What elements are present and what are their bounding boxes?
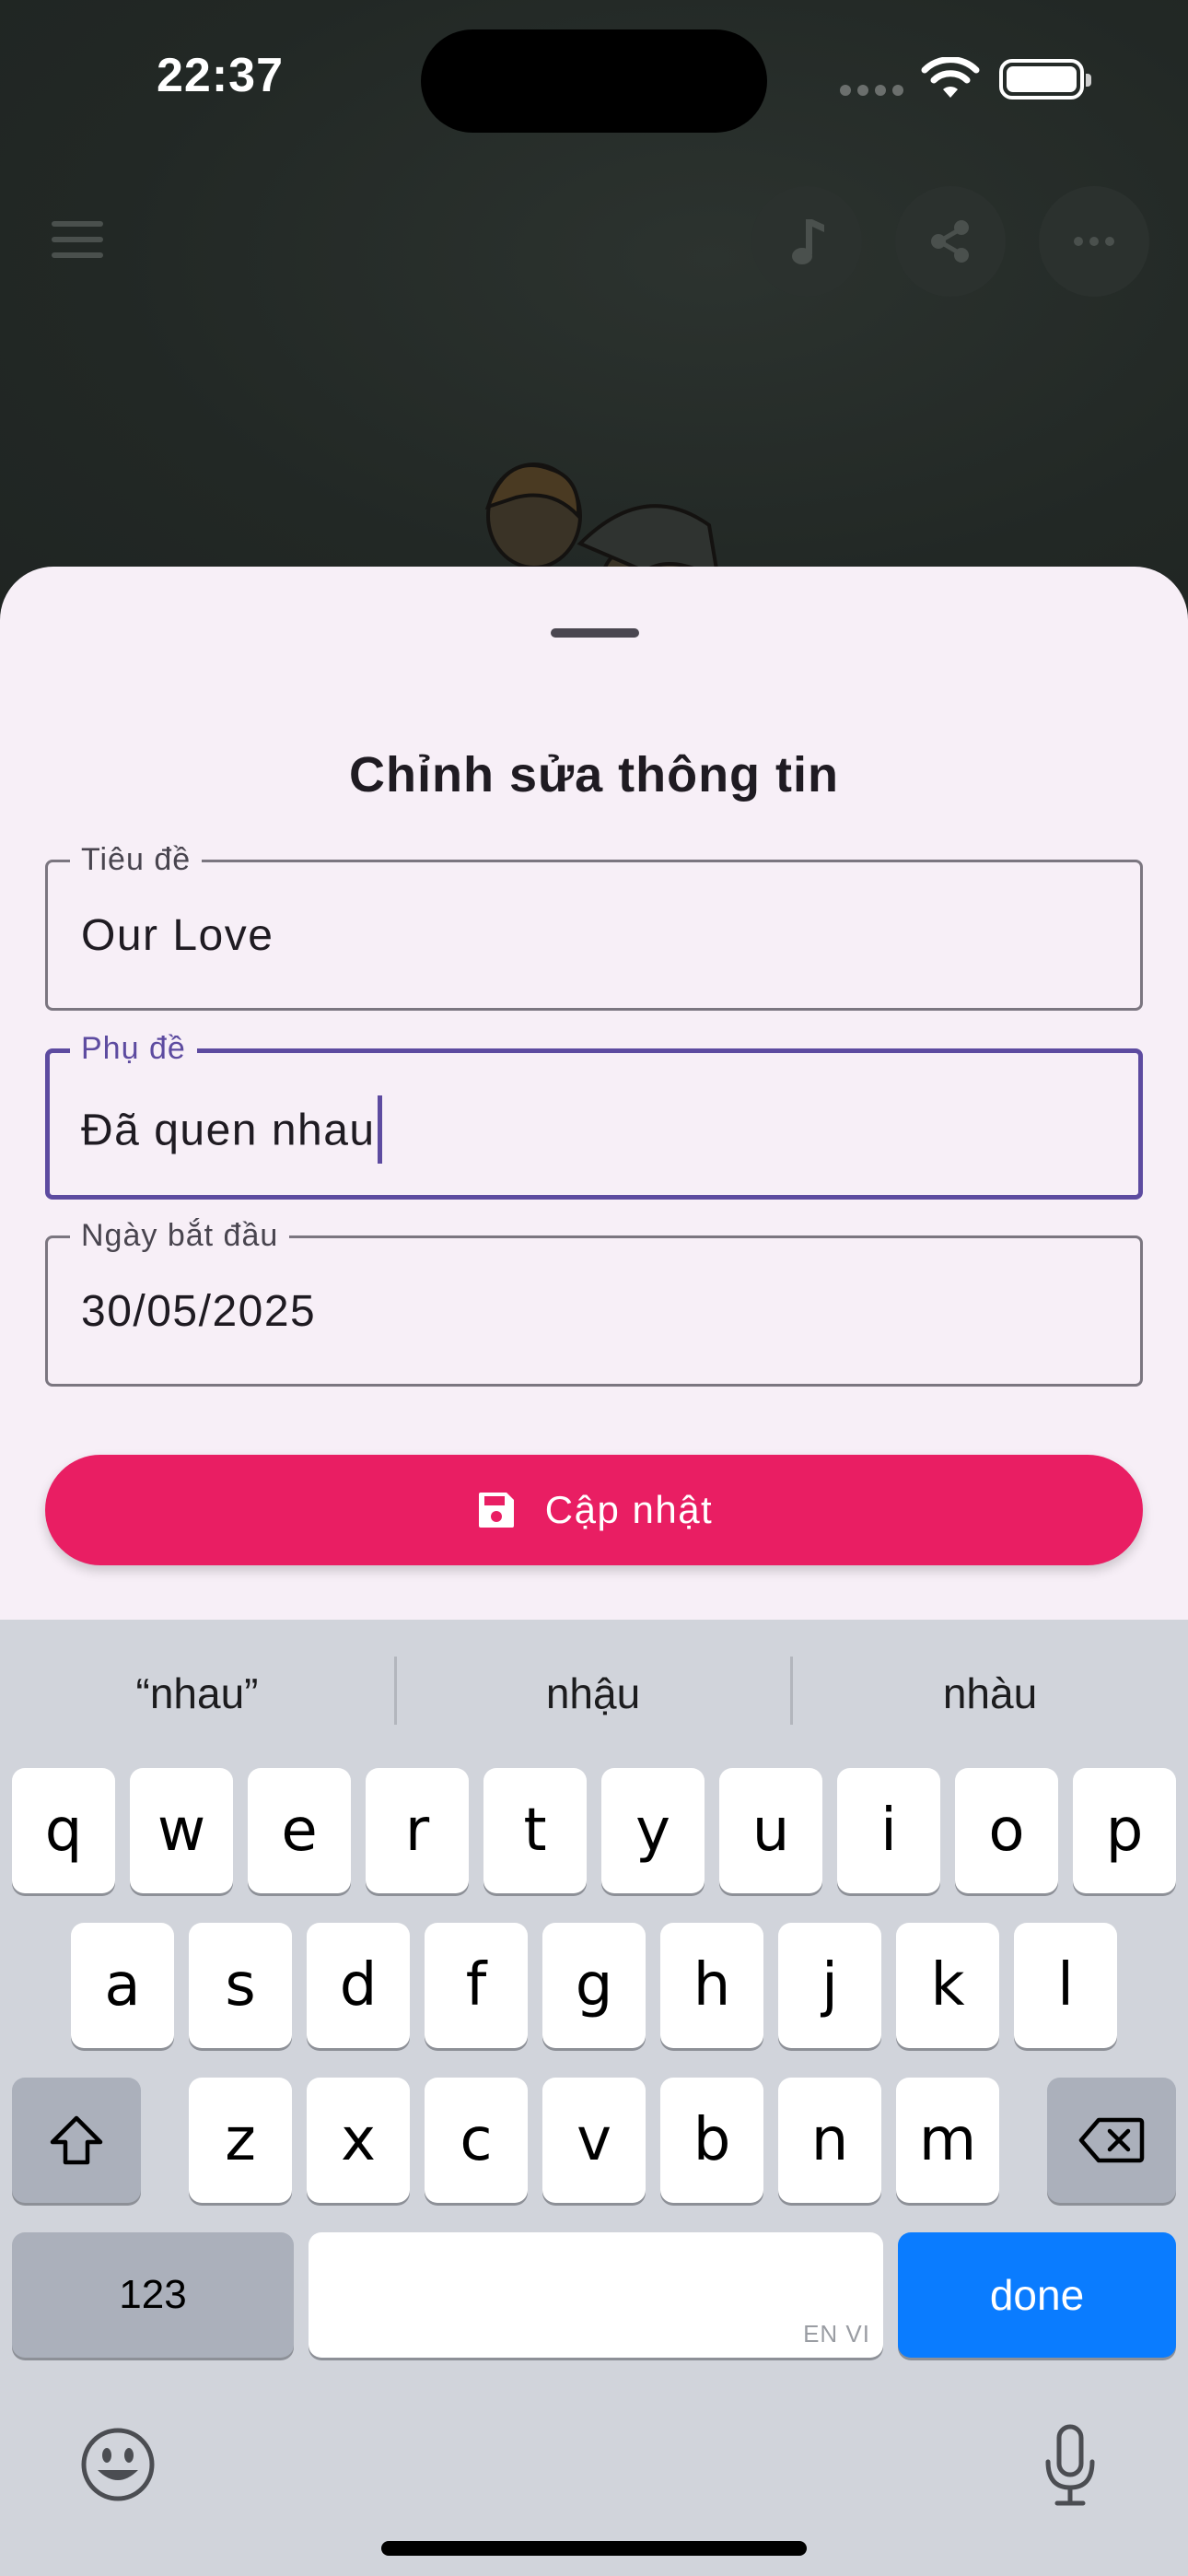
key-y[interactable]: y bbox=[601, 1768, 705, 1893]
subtitle-field-label: Phụ đề bbox=[70, 1031, 197, 1067]
key-f[interactable]: f bbox=[425, 1923, 528, 2048]
shift-arrow-icon bbox=[50, 2115, 103, 2165]
more-horizontal-icon bbox=[1074, 237, 1114, 246]
title-field[interactable]: Tiêu đề Our Love bbox=[45, 842, 1143, 1011]
title-field-value[interactable]: Our Love bbox=[81, 910, 274, 961]
subtitle-field[interactable]: Phụ đề Đã quen nhau bbox=[45, 1031, 1143, 1200]
key-s[interactable]: s bbox=[189, 1923, 292, 2048]
done-key[interactable]: done bbox=[898, 2232, 1176, 2358]
suggestion-2[interactable]: nhậu bbox=[396, 1620, 790, 1767]
hamburger-menu-icon[interactable] bbox=[52, 221, 103, 258]
dynamic-island bbox=[421, 29, 767, 133]
status-bar: 22:37 bbox=[0, 0, 1188, 157]
share-button[interactable] bbox=[895, 186, 1006, 297]
update-button[interactable]: Cập nhật bbox=[45, 1455, 1143, 1565]
key-r[interactable]: r bbox=[366, 1768, 469, 1893]
home-indicator[interactable] bbox=[381, 2541, 807, 2556]
key-p[interactable]: p bbox=[1073, 1768, 1176, 1893]
update-button-label: Cập nhật bbox=[544, 1488, 714, 1531]
suggestion-1[interactable]: “nhau” bbox=[0, 1620, 394, 1767]
backspace-key[interactable] bbox=[1047, 2078, 1176, 2203]
key-m[interactable]: m bbox=[896, 2078, 999, 2203]
start-date-field-value[interactable]: 30/05/2025 bbox=[81, 1286, 316, 1337]
suggestion-bar: “nhau” nhậu nhàu bbox=[0, 1620, 1188, 1767]
dictation-button[interactable] bbox=[1041, 2421, 1100, 2514]
key-j[interactable]: j bbox=[778, 1923, 881, 2048]
sheet-title: Chỉnh sửa thông tin bbox=[348, 747, 840, 802]
key-n[interactable]: n bbox=[778, 2078, 881, 2203]
key-d[interactable]: d bbox=[307, 1923, 410, 2048]
subtitle-field-input[interactable]: Đã quen nhau bbox=[81, 1095, 382, 1167]
emoji-button[interactable] bbox=[79, 2426, 157, 2508]
key-o[interactable]: o bbox=[955, 1768, 1058, 1893]
edit-info-bottom-sheet: Chỉnh sửa thông tin Tiêu đề Our Love Phụ… bbox=[0, 567, 1188, 1672]
suggestion-3[interactable]: nhàu bbox=[792, 1620, 1188, 1767]
text-caret bbox=[377, 1095, 382, 1164]
more-options-button[interactable] bbox=[1039, 186, 1149, 297]
key-c[interactable]: c bbox=[425, 2078, 528, 2203]
start-date-field-label: Ngày bắt đầu bbox=[70, 1218, 290, 1254]
key-x[interactable]: x bbox=[307, 2078, 410, 2203]
key-i[interactable]: i bbox=[837, 1768, 940, 1893]
cellular-signal-icon bbox=[840, 85, 903, 96]
numbers-key[interactable]: 123 bbox=[12, 2232, 294, 2358]
key-w[interactable]: w bbox=[130, 1768, 233, 1893]
save-icon bbox=[478, 1493, 514, 1528]
key-z[interactable]: z bbox=[189, 2078, 292, 2203]
backspace-icon bbox=[1078, 2117, 1145, 2163]
background-app: 22:37 bbox=[0, 0, 1188, 663]
key-t[interactable]: t bbox=[483, 1768, 587, 1893]
status-time: 22:37 bbox=[157, 49, 284, 102]
key-k[interactable]: k bbox=[896, 1923, 999, 2048]
start-date-field[interactable]: Ngày bắt đầu 30/05/2025 bbox=[45, 1218, 1143, 1387]
music-note-icon bbox=[792, 219, 824, 264]
shift-key[interactable] bbox=[12, 2078, 141, 2203]
key-e[interactable]: e bbox=[248, 1768, 351, 1893]
wifi-icon bbox=[921, 57, 980, 98]
key-g[interactable]: g bbox=[542, 1923, 646, 2048]
share-icon bbox=[931, 220, 969, 263]
key-b[interactable]: b bbox=[660, 2078, 763, 2203]
title-field-label: Tiêu đề bbox=[70, 842, 203, 878]
on-screen-keyboard: “nhau” nhậu nhàu q w e r t y u i o p a s… bbox=[0, 1620, 1188, 2576]
key-v[interactable]: v bbox=[542, 2078, 646, 2203]
music-button[interactable] bbox=[751, 186, 862, 297]
microphone-icon bbox=[1045, 2424, 1095, 2506]
subtitle-field-value: Đã quen nhau bbox=[81, 1106, 376, 1155]
key-q[interactable]: q bbox=[12, 1768, 115, 1893]
key-u[interactable]: u bbox=[719, 1768, 822, 1893]
battery-icon bbox=[999, 59, 1091, 100]
language-hint: EN VI bbox=[803, 2320, 870, 2348]
key-a[interactable]: a bbox=[71, 1923, 174, 2048]
key-l[interactable]: l bbox=[1014, 1923, 1117, 2048]
space-key[interactable]: EN VI bbox=[309, 2232, 883, 2358]
drag-handle[interactable] bbox=[551, 628, 639, 638]
key-h[interactable]: h bbox=[660, 1923, 763, 2048]
emoji-icon bbox=[81, 2428, 155, 2501]
